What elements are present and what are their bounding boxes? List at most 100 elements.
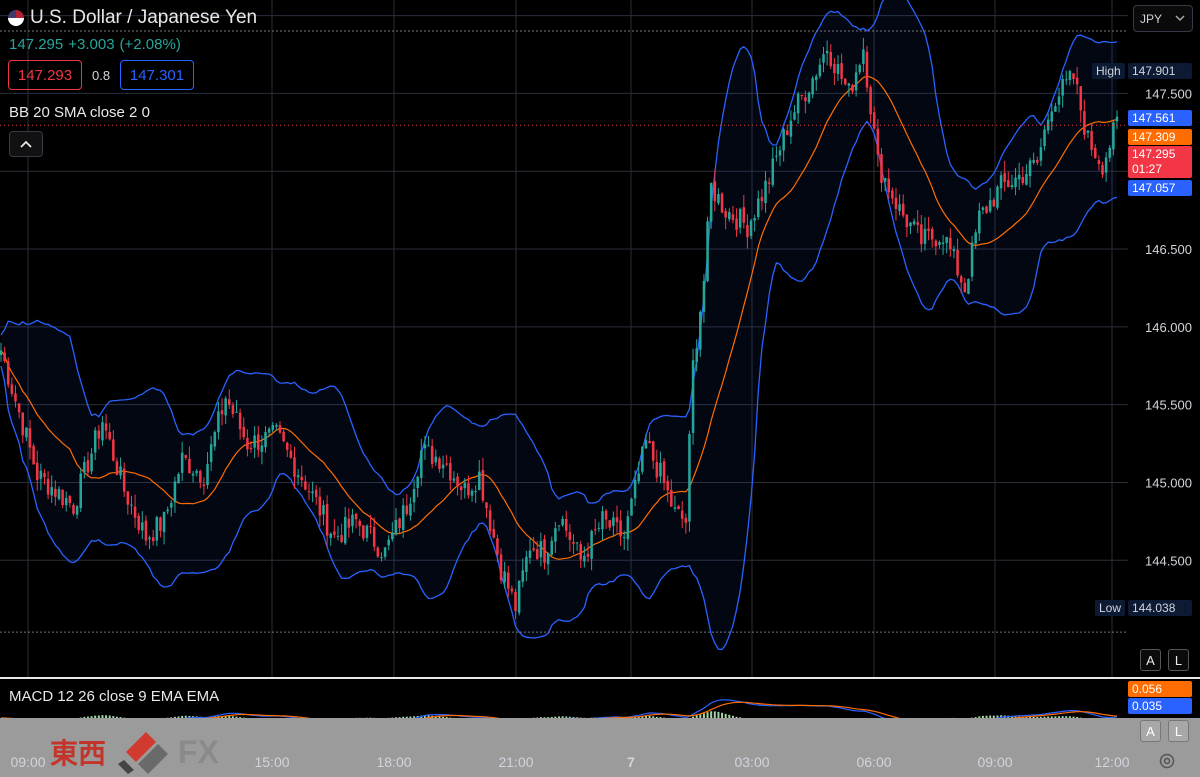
- candle-body: [655, 461, 659, 478]
- candle-body: [104, 423, 108, 431]
- candle-body: [528, 550, 532, 558]
- candle-body: [941, 242, 945, 244]
- candle-body: [452, 478, 456, 481]
- macd-histogram-bar: [989, 715, 992, 718]
- price-chart[interactable]: 148.000147.500147.000146.500146.000145.5…: [0, 0, 1200, 777]
- candle-body: [833, 63, 836, 74]
- candle-body: [278, 425, 282, 433]
- pane-separator[interactable]: [0, 677, 1200, 679]
- candle-body: [579, 544, 583, 560]
- candle-body: [626, 516, 630, 540]
- macd-histogram-bar: [724, 713, 727, 718]
- log-scale-button[interactable]: L: [1168, 649, 1189, 671]
- candle-body: [1021, 177, 1025, 184]
- candle-body: [967, 278, 970, 294]
- candle-body: [213, 432, 217, 447]
- candle-body: [673, 507, 677, 509]
- candle-body: [1007, 180, 1010, 188]
- macd-histogram-bar: [731, 715, 734, 718]
- last-price-value: 147.295: [1132, 147, 1176, 161]
- candle-body: [836, 64, 840, 74]
- candle-body: [1003, 173, 1006, 183]
- macd-histogram-bar: [699, 714, 702, 718]
- candle-body: [858, 65, 862, 73]
- candle-body: [485, 502, 488, 509]
- candle-body: [54, 488, 57, 497]
- candle-body: [369, 526, 372, 528]
- candle-body: [434, 456, 438, 463]
- symbol-title[interactable]: U.S. Dollar / Japanese Yen: [30, 7, 257, 29]
- macd-histogram-bar: [1039, 716, 1042, 718]
- candle-body: [641, 446, 644, 472]
- candle-body: [970, 242, 974, 277]
- candle-body: [753, 217, 756, 221]
- currency-selector[interactable]: JPY: [1133, 5, 1193, 32]
- buy-button[interactable]: 147.301: [120, 60, 194, 90]
- auto-scale-button[interactable]: A: [1140, 649, 1161, 671]
- candle-body: [148, 537, 151, 540]
- candle-body: [488, 510, 492, 532]
- candle-body: [151, 537, 155, 542]
- candle-body: [347, 518, 351, 528]
- candle-body: [492, 529, 496, 538]
- candle-body: [949, 237, 952, 250]
- low-value-tag: 144.038: [1128, 600, 1192, 616]
- candle-body: [333, 531, 336, 535]
- macd-histogram-bar: [659, 717, 662, 718]
- bollinger-band-fill: [1, 0, 1117, 650]
- price-tick-label: 146.000: [1145, 320, 1192, 335]
- macd-histogram-bar: [981, 715, 984, 718]
- macd-histogram-bar: [79, 717, 82, 719]
- candle-body: [651, 441, 655, 461]
- candle-body: [546, 553, 550, 565]
- macd-histogram-bar: [409, 716, 412, 718]
- macd-histogram-bar: [119, 717, 122, 718]
- price-tick-label: 145.500: [1145, 398, 1192, 413]
- macd-signal-tag: 0.056: [1128, 681, 1192, 697]
- candle-body: [14, 393, 17, 402]
- candle-body: [782, 129, 785, 151]
- sell-button[interactable]: 147.293: [8, 60, 82, 90]
- candle-body: [336, 535, 340, 537]
- candle-body: [264, 432, 267, 448]
- candle-body: [680, 510, 684, 519]
- candle-body: [329, 533, 332, 538]
- candle-body: [923, 228, 927, 244]
- candle-body: [956, 249, 959, 276]
- macd-indicator-label[interactable]: MACD 12 26 close 9 EMA EMA: [9, 688, 219, 705]
- gear-icon[interactable]: [1158, 752, 1176, 770]
- macd-histogram-bar: [1061, 716, 1064, 718]
- candle-body: [670, 489, 673, 507]
- candle-body: [930, 228, 934, 240]
- candle-body: [17, 403, 21, 413]
- candle-body: [793, 112, 796, 120]
- candle-body: [238, 412, 242, 430]
- candle-body: [398, 518, 401, 529]
- candle-body: [709, 182, 713, 222]
- macd-histogram-bar: [1076, 716, 1079, 718]
- candle-body: [362, 525, 365, 539]
- candle-body: [887, 178, 890, 193]
- macd-histogram-bar: [702, 713, 705, 718]
- price-tick-label: 146.500: [1145, 242, 1192, 257]
- candle-body: [691, 360, 695, 433]
- candle-body: [144, 520, 148, 541]
- price-change: +3.003: [68, 36, 115, 53]
- macd-auto-button[interactable]: A: [1140, 720, 1161, 742]
- macd-histogram-bar: [402, 716, 405, 718]
- candle-body: [920, 224, 923, 245]
- lower-band-tag: 147.057: [1128, 180, 1192, 196]
- collapse-button[interactable]: [9, 131, 43, 157]
- candle-body: [46, 479, 50, 495]
- bollinger-indicator-label[interactable]: BB 20 SMA close 2 0: [9, 104, 150, 121]
- watermark-logo-icon: [118, 732, 168, 774]
- candle-body: [260, 445, 264, 452]
- candle-body: [441, 464, 445, 469]
- candle-body: [170, 503, 173, 508]
- macd-histogram-bar: [181, 715, 184, 718]
- macd-histogram-bar: [648, 715, 651, 718]
- candle-body: [713, 181, 717, 202]
- macd-log-button[interactable]: L: [1168, 720, 1189, 742]
- candle-body: [119, 466, 122, 476]
- macd-histogram-bar: [1047, 716, 1050, 718]
